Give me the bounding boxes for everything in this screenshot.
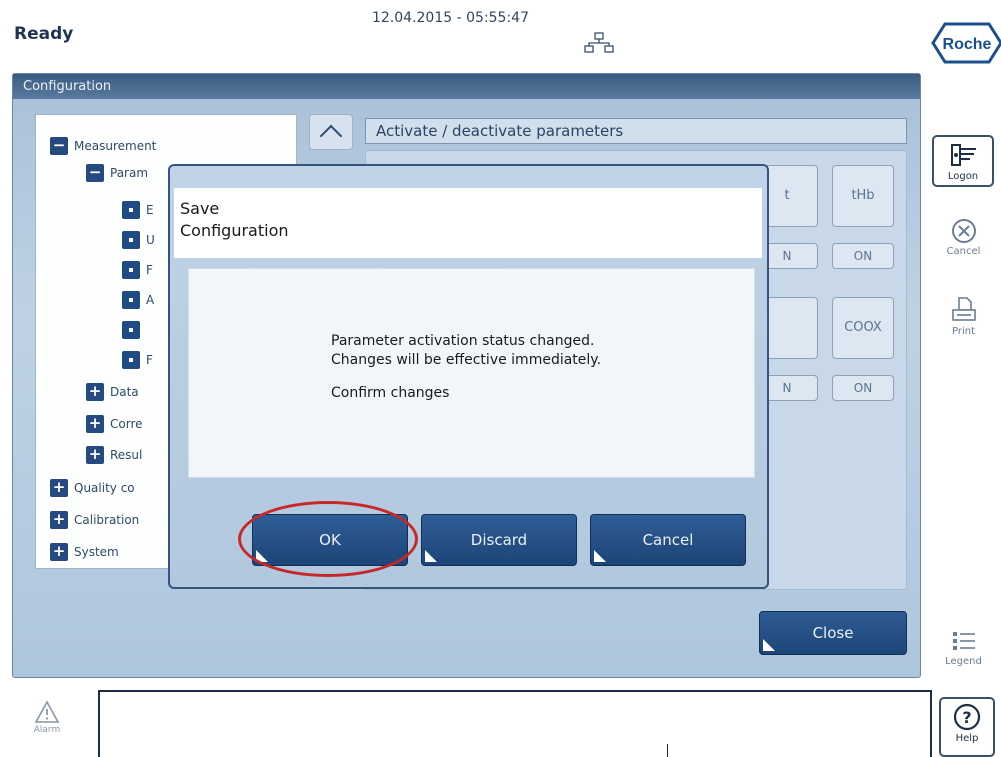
- legend-icon: [952, 632, 975, 650]
- tree-item-leaf[interactable]: F: [122, 261, 153, 281]
- legend-button[interactable]: Legend: [926, 628, 1001, 667]
- tree-item-calibration[interactable]: + Calibration: [50, 511, 139, 531]
- tree-item-parameters[interactable]: − Param: [86, 164, 148, 184]
- close-button[interactable]: Close: [759, 611, 907, 655]
- help-icon: ?: [953, 703, 981, 731]
- leaf-icon: [122, 201, 140, 219]
- tree-item-leaf-selected[interactable]: A: [122, 321, 154, 341]
- text-cursor: [667, 744, 668, 757]
- dialog-message-line2: Changes will be effective immediately.: [331, 352, 602, 368]
- tree-item-results[interactable]: + Resul: [86, 446, 142, 466]
- leaf-icon: [122, 261, 140, 279]
- dialog-title: Save Configuration: [174, 188, 762, 258]
- params-header: Activate / deactivate parameters: [365, 118, 907, 144]
- tree-item-data[interactable]: + Data: [86, 383, 139, 403]
- svg-text:?: ?: [962, 708, 971, 727]
- dialog-message-line1: Parameter activation status changed.: [331, 333, 595, 349]
- help-label: Help: [955, 733, 979, 744]
- status-label: Ready: [14, 24, 74, 44]
- dialog-title-line1: Save: [180, 199, 220, 218]
- tree-item-leaf[interactable]: F: [122, 351, 153, 371]
- param-status-thb[interactable]: ON: [832, 243, 894, 269]
- expand-icon[interactable]: +: [50, 479, 68, 497]
- logon-icon: [951, 144, 976, 166]
- discard-button[interactable]: Discard: [421, 514, 577, 566]
- leaf-icon: [122, 351, 140, 369]
- print-label: Print: [951, 326, 975, 337]
- param-tile-coox[interactable]: COOX: [832, 297, 894, 359]
- param-status-coox[interactable]: ON: [832, 375, 894, 401]
- cancel-side-button[interactable]: Cancel: [926, 218, 1001, 257]
- tree-item-leaf[interactable]: A: [122, 291, 154, 311]
- help-button[interactable]: ? Help: [939, 697, 995, 757]
- expand-icon[interactable]: +: [86, 383, 104, 401]
- right-toolbar: Logon Cancel Print Legend: [926, 100, 1001, 757]
- save-configuration-dialog: Save Configuration Parameter activation …: [168, 164, 769, 589]
- alarm-button[interactable]: Alarm: [22, 700, 72, 756]
- tree-item-quality-control[interactable]: + Quality co: [50, 479, 135, 499]
- logon-button[interactable]: Logon: [932, 135, 994, 187]
- button-corner-mark: [425, 550, 437, 562]
- leaf-icon: [122, 321, 140, 339]
- leaf-icon: [122, 231, 140, 249]
- dialog-confirm-text: Confirm changes: [331, 385, 450, 401]
- print-button[interactable]: Print: [926, 296, 1001, 337]
- roche-logo: Roche: [931, 22, 1001, 64]
- print-icon: [951, 297, 976, 321]
- tree-item-system[interactable]: + System: [50, 543, 119, 563]
- tree-item-measurement[interactable]: − Measurement: [50, 137, 156, 157]
- cancel-side-label: Cancel: [946, 246, 981, 257]
- legend-label: Legend: [945, 656, 982, 667]
- expand-icon[interactable]: +: [86, 415, 104, 433]
- cancel-label: Cancel: [642, 531, 694, 549]
- param-tile-thb[interactable]: tHb: [832, 165, 894, 227]
- tree-item-corrections[interactable]: + Corre: [86, 415, 143, 435]
- leaf-icon: [122, 291, 140, 309]
- button-corner-mark: [594, 550, 606, 562]
- cancel-button[interactable]: Cancel: [590, 514, 746, 566]
- collapse-icon[interactable]: −: [86, 164, 104, 182]
- message-bar: [98, 690, 932, 757]
- cancel-icon: [951, 219, 976, 243]
- discard-label: Discard: [470, 531, 528, 549]
- collapse-icon[interactable]: −: [50, 137, 68, 155]
- button-corner-mark: [763, 639, 775, 651]
- dialog-message-box: Parameter activation status changed. Cha…: [188, 268, 755, 478]
- ok-highlight-circle: [238, 501, 418, 577]
- datetime-display: 12.04.2015 - 05:55:47: [372, 10, 529, 26]
- expand-icon[interactable]: +: [50, 511, 68, 529]
- expand-icon[interactable]: +: [50, 543, 68, 561]
- network-icon: [584, 32, 614, 53]
- scroll-up-button[interactable]: [309, 114, 353, 150]
- configuration-title: Configuration: [13, 74, 920, 99]
- expand-icon[interactable]: +: [86, 446, 104, 464]
- warning-icon: [34, 700, 60, 723]
- tree-item-leaf[interactable]: E: [122, 201, 154, 221]
- close-label: Close: [812, 624, 854, 642]
- tree-item-leaf[interactable]: U: [122, 231, 155, 251]
- dialog-title-line2: Configuration: [180, 221, 289, 240]
- alarm-label: Alarm: [33, 725, 61, 735]
- brand-name: Roche: [943, 36, 992, 53]
- logon-label: Logon: [947, 171, 979, 182]
